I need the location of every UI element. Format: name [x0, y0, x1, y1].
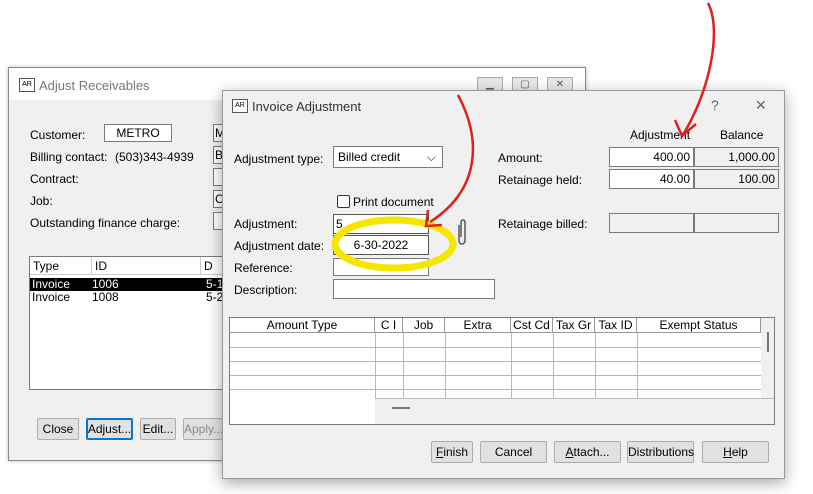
arrow-to-adjustment-column: [682, 2, 716, 134]
highlight-ellipse: [331, 216, 457, 272]
arrow-to-adjustment: [429, 94, 475, 224]
annotation-overlay: [331, 2, 716, 272]
